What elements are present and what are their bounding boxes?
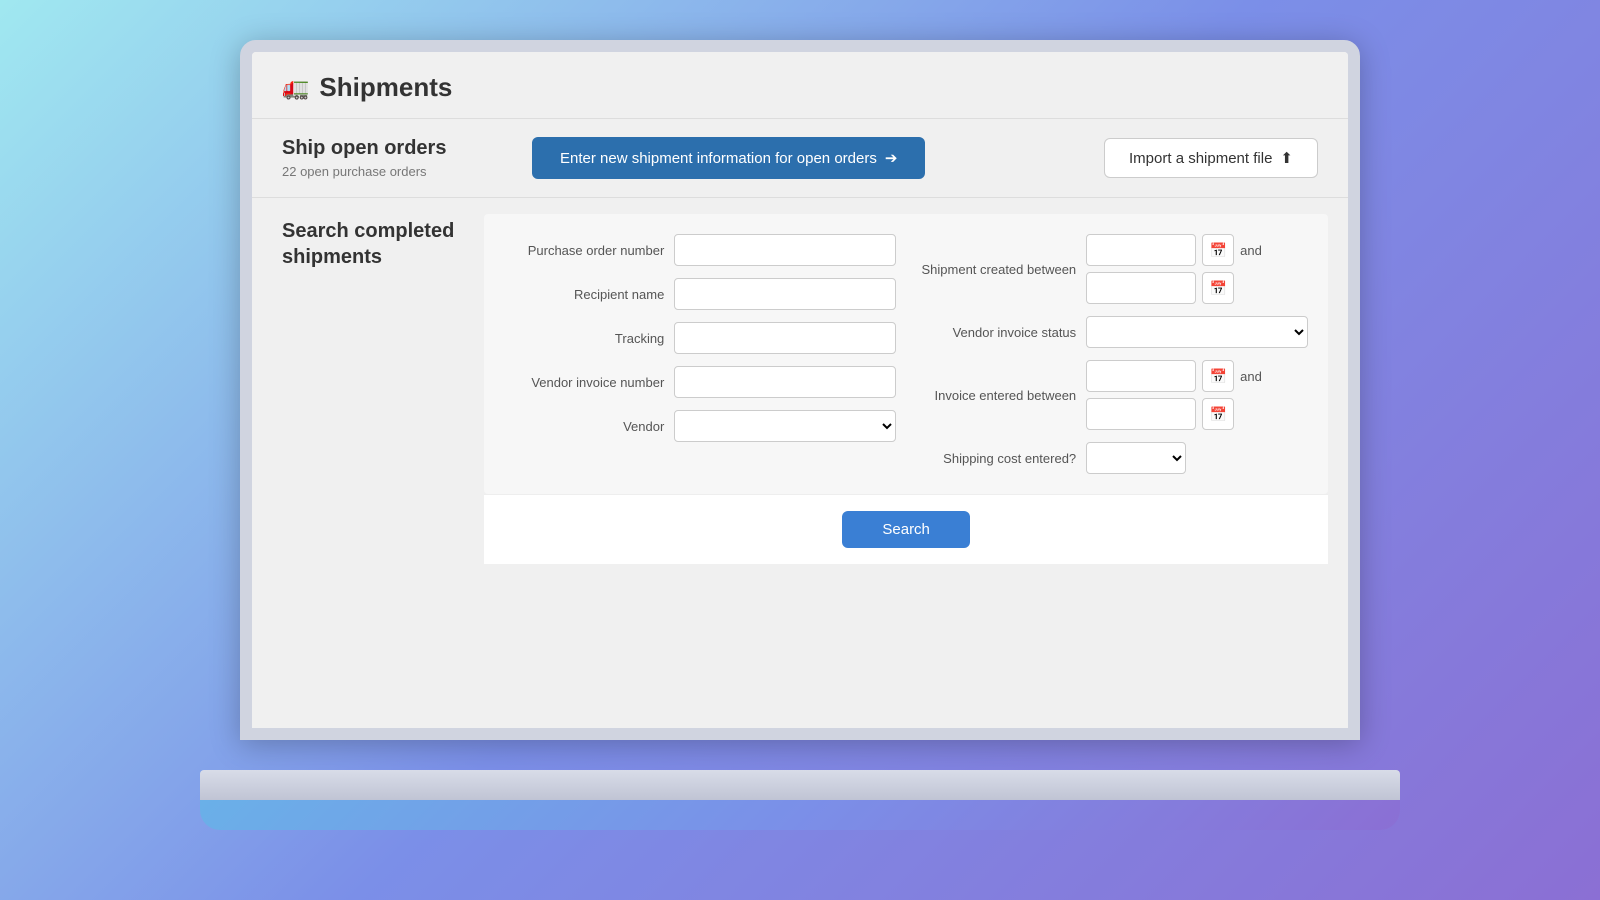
form-right-col: Shipment created between 📅 and bbox=[916, 234, 1308, 474]
tracking-input[interactable] bbox=[674, 322, 896, 354]
recipient-row: Recipient name bbox=[504, 278, 896, 310]
vendor-label: Vendor bbox=[504, 419, 664, 434]
invoice-date-from-calendar-button[interactable]: 📅 bbox=[1202, 360, 1234, 392]
shipment-created-label: Shipment created between bbox=[916, 262, 1076, 277]
vendor-row: Vendor bbox=[504, 410, 896, 442]
and-text-2: and bbox=[1240, 369, 1262, 384]
form-left-col: Purchase order number Recipient name Tra… bbox=[504, 234, 896, 474]
calendar-icon-4: 📅 bbox=[1209, 406, 1226, 423]
page-title: Shipments bbox=[319, 72, 452, 103]
invoice-entered-dates: 📅 and 📅 bbox=[1086, 360, 1308, 430]
calendar-icon-2: 📅 bbox=[1209, 280, 1226, 297]
shipment-date-to-calendar-button[interactable]: 📅 bbox=[1202, 272, 1234, 304]
shipment-date-to-input[interactable] bbox=[1086, 272, 1196, 304]
shipment-date-from-input[interactable] bbox=[1086, 234, 1196, 266]
ship-section-title: Ship open orders bbox=[282, 137, 512, 160]
invoice-entered-label: Invoice entered between bbox=[916, 388, 1076, 403]
po-number-label: Purchase order number bbox=[504, 243, 664, 258]
page-header: 🚛 Shipments bbox=[252, 52, 1348, 119]
po-number-input[interactable] bbox=[674, 234, 896, 266]
shipment-created-dates: 📅 and 📅 bbox=[1086, 234, 1308, 304]
search-section-title: Search completedshipments bbox=[282, 218, 454, 270]
shipping-cost-select[interactable] bbox=[1086, 442, 1186, 474]
calendar-icon-1: 📅 bbox=[1209, 242, 1226, 259]
truck-icon: 🚛 bbox=[282, 75, 309, 101]
recipient-label: Recipient name bbox=[504, 287, 664, 302]
invoice-date-from-input[interactable] bbox=[1086, 360, 1196, 392]
vendor-invoice-status-select[interactable] bbox=[1086, 316, 1308, 348]
search-form: Purchase order number Recipient name Tra… bbox=[484, 214, 1328, 494]
tracking-label: Tracking bbox=[504, 331, 664, 346]
vendor-invoice-number-input[interactable] bbox=[674, 366, 896, 398]
invoice-date-from-row: 📅 and bbox=[1086, 360, 1308, 392]
vendor-invoice-status-row: Vendor invoice status bbox=[916, 316, 1308, 348]
open-orders-count: 22 open purchase orders bbox=[282, 164, 512, 179]
vendor-invoice-number-label: Vendor invoice number bbox=[504, 375, 664, 390]
vendor-invoice-status-label: Vendor invoice status bbox=[916, 325, 1076, 340]
shipment-date-to-row: 📅 bbox=[1086, 272, 1308, 304]
shipping-cost-label: Shipping cost entered? bbox=[916, 451, 1076, 466]
vendor-invoice-number-row: Vendor invoice number bbox=[504, 366, 896, 398]
invoice-entered-row: Invoice entered between 📅 and bbox=[916, 360, 1308, 430]
calendar-icon-3: 📅 bbox=[1209, 368, 1226, 385]
recipient-input[interactable] bbox=[674, 278, 896, 310]
search-completed-section: Search completedshipments Purchase order… bbox=[252, 198, 1348, 728]
shipment-created-row: Shipment created between 📅 and bbox=[916, 234, 1308, 304]
invoice-date-to-input[interactable] bbox=[1086, 398, 1196, 430]
tracking-row: Tracking bbox=[504, 322, 896, 354]
ship-open-orders-section: Ship open orders 22 open purchase orders… bbox=[252, 119, 1348, 198]
laptop-foot bbox=[200, 800, 1400, 830]
and-text-1: and bbox=[1240, 243, 1262, 258]
po-number-row: Purchase order number bbox=[504, 234, 896, 266]
invoice-date-to-calendar-button[interactable]: 📅 bbox=[1202, 398, 1234, 430]
ship-section-label-col: Ship open orders 22 open purchase orders bbox=[282, 137, 512, 179]
shipment-date-from-calendar-button[interactable]: 📅 bbox=[1202, 234, 1234, 266]
duoplane-footer: 🔥 duoplane bbox=[252, 728, 1348, 740]
arrow-icon: ➔ bbox=[885, 149, 898, 167]
search-button[interactable]: Search bbox=[842, 511, 970, 548]
vendor-select[interactable] bbox=[674, 410, 896, 442]
enter-shipment-button[interactable]: Enter new shipment information for open … bbox=[532, 137, 925, 179]
invoice-date-to-row: 📅 bbox=[1086, 398, 1308, 430]
import-shipment-label: Import a shipment file bbox=[1129, 150, 1272, 167]
laptop-base bbox=[200, 770, 1400, 800]
shipping-cost-row: Shipping cost entered? bbox=[916, 442, 1308, 474]
upload-icon: ⬆ bbox=[1280, 149, 1293, 167]
shipment-date-from-row: 📅 and bbox=[1086, 234, 1308, 266]
enter-shipment-label: Enter new shipment information for open … bbox=[560, 150, 877, 167]
import-shipment-button[interactable]: Import a shipment file ⬆ bbox=[1104, 138, 1318, 178]
